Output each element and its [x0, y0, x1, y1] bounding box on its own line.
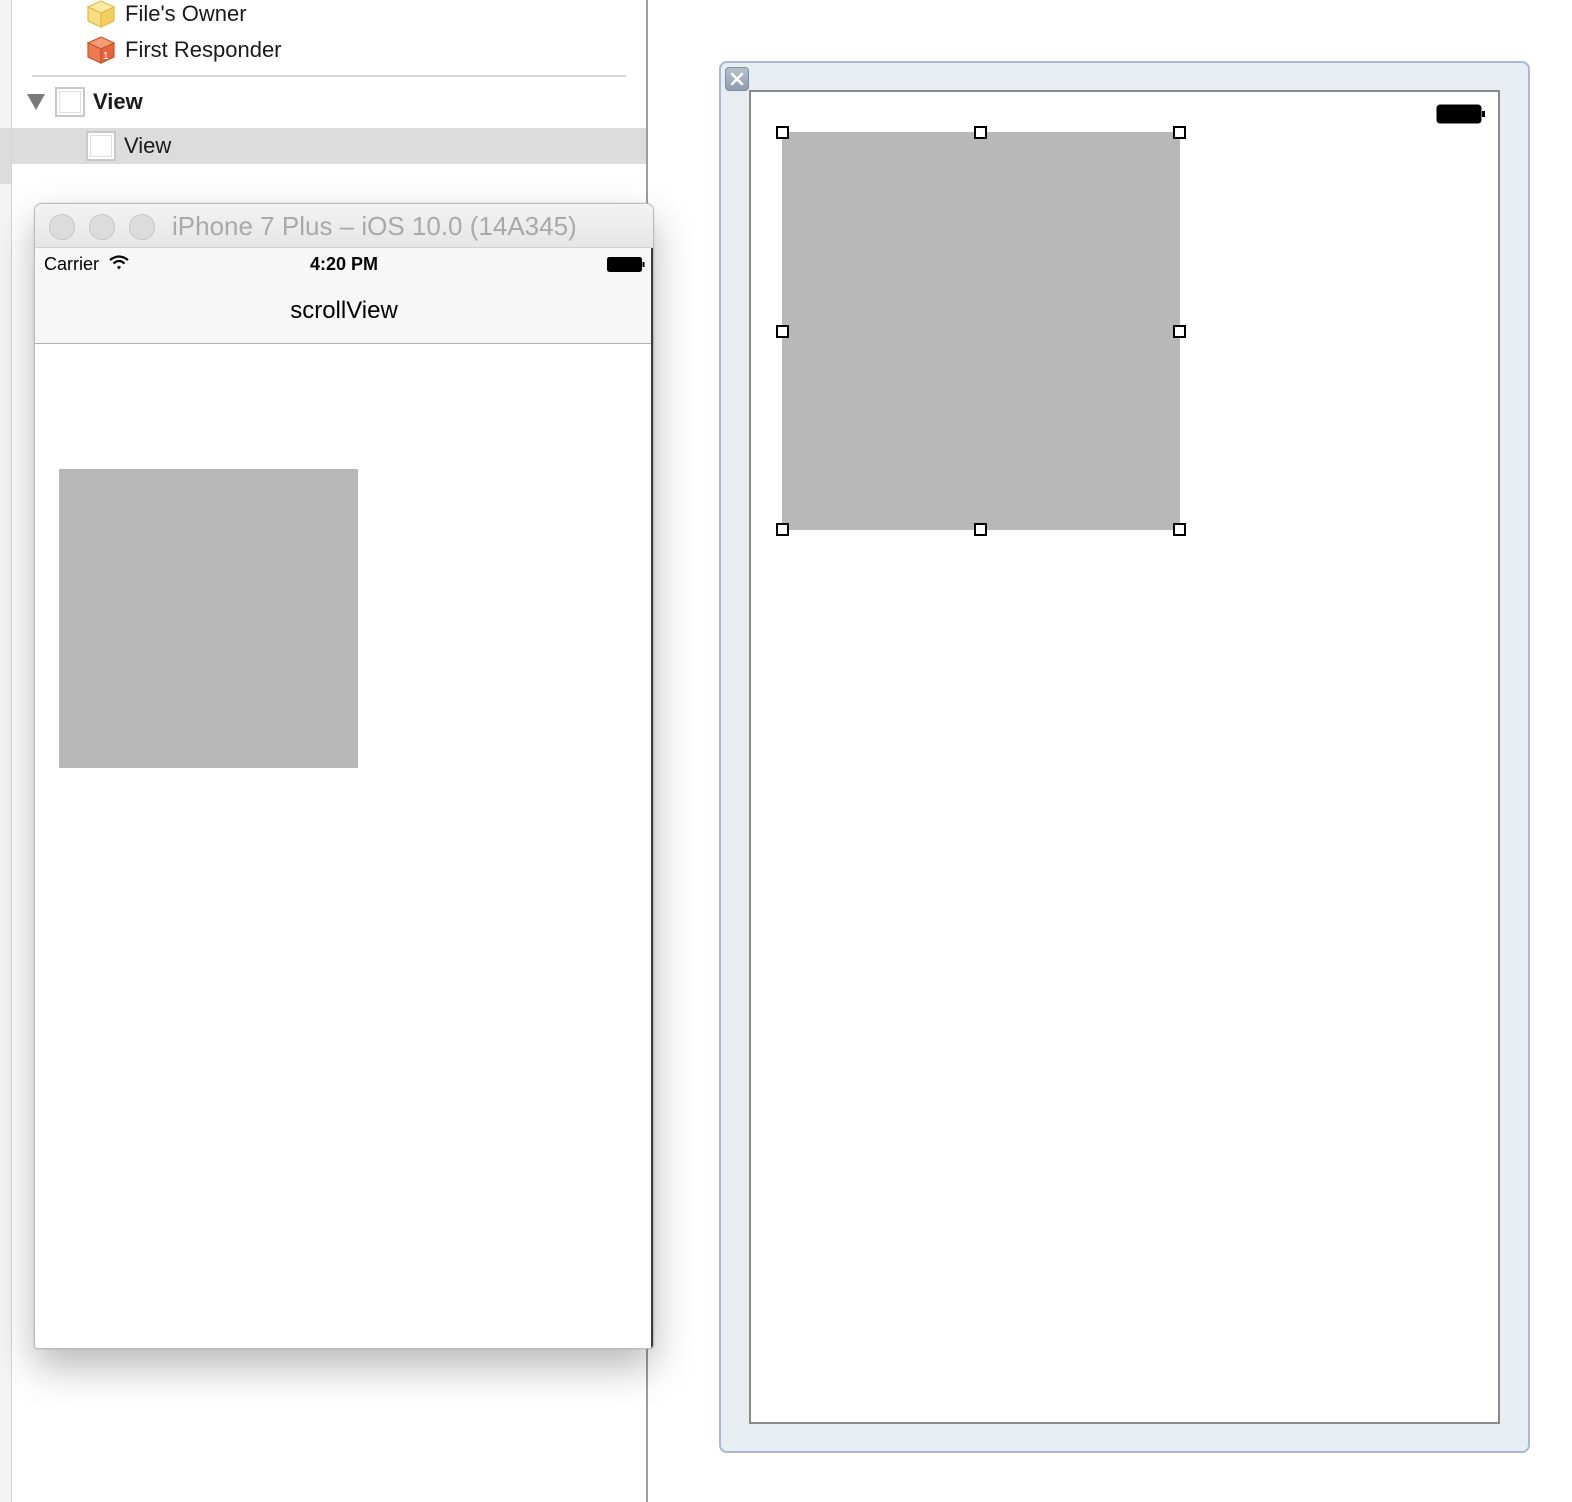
status-time: 4:20 PM: [309, 254, 379, 274]
outline-item-label: File's Owner: [125, 1, 247, 26]
resize-handle-top-left[interactable]: [776, 126, 789, 139]
navigation-bar: scrollView: [35, 280, 653, 344]
outline-item-files-owner[interactable]: File's Owner: [12, 0, 646, 32]
ios-status-bar: Carrier 4:20 PM: [35, 248, 653, 280]
close-icon: [730, 72, 744, 86]
gray-subview: [59, 469, 358, 768]
outline-divider: [32, 75, 626, 77]
outline-item-label: View: [124, 133, 172, 158]
resize-handle-left[interactable]: [776, 325, 789, 338]
scroll-view-content[interactable]: [35, 345, 653, 1348]
resize-handle-right[interactable]: [1173, 325, 1186, 338]
simulator-titlebar[interactable]: iPhone 7 Plus – iOS 10.0 (14A345): [35, 204, 653, 248]
view-icon: [55, 87, 85, 117]
gutter-selection-mark: [0, 128, 11, 184]
resize-handle-top[interactable]: [974, 126, 987, 139]
outline-item-label: View: [93, 89, 143, 114]
resize-handle-bottom[interactable]: [974, 523, 987, 536]
nav-title: scrollView: [290, 297, 398, 324]
resize-handle-bottom-left[interactable]: [776, 523, 789, 536]
simulator-window[interactable]: iPhone 7 Plus – iOS 10.0 (14A345) Carrie…: [34, 203, 654, 1349]
files-owner-cube-icon: [86, 0, 116, 28]
first-responder-cube-icon: 1: [86, 36, 116, 64]
scene-close-button[interactable]: [725, 67, 749, 91]
simulator-edge: [651, 248, 653, 1348]
resize-handle-top-right[interactable]: [1173, 126, 1186, 139]
zoom-window-button[interactable]: [129, 214, 155, 240]
battery-icon: [607, 257, 645, 272]
outline-item-view-child[interactable]: View: [12, 128, 646, 164]
svg-text:1: 1: [103, 51, 109, 62]
ib-selected-subview[interactable]: [782, 132, 1180, 530]
outline-item-view-parent[interactable]: View: [12, 84, 646, 120]
outline-gutter: [0, 0, 12, 1502]
outline-item-first-responder[interactable]: 1 First Responder: [12, 32, 646, 68]
resize-handle-bottom-right[interactable]: [1173, 523, 1186, 536]
view-icon: [86, 131, 116, 161]
battery-icon: [1436, 104, 1485, 124]
close-window-button[interactable]: [49, 214, 75, 240]
simulator-title: iPhone 7 Plus – iOS 10.0 (14A345): [172, 211, 577, 241]
disclosure-triangle-icon[interactable]: [27, 94, 45, 110]
minimize-window-button[interactable]: [89, 214, 115, 240]
outline-item-label: First Responder: [125, 37, 282, 62]
